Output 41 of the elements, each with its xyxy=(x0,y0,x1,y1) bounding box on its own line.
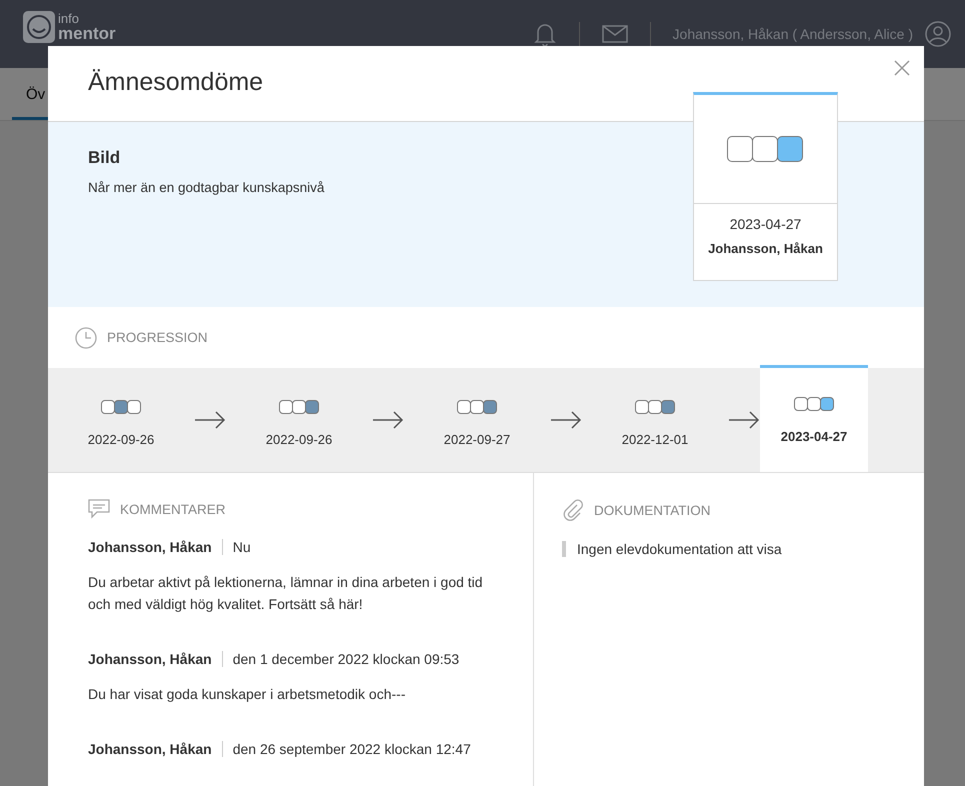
comment-text: Du arbetar aktivt på lektionerna, lämnar in dina arbeten i god tid och med väldigt hög kvalitet. Fortsätt så här! xyxy=(88,573,484,614)
modal-title: Ämnesomdöme xyxy=(88,68,264,97)
arrow-icon xyxy=(550,411,582,429)
comment-time: Nu xyxy=(232,539,251,555)
grade-level-icon xyxy=(102,400,140,414)
arrow-icon xyxy=(194,411,226,429)
paperclip-icon xyxy=(562,499,584,521)
progression-step[interactable]: 2022-09-26 xyxy=(48,368,194,472)
comment-author: Johansson, Håkan xyxy=(88,741,223,757)
grade-level-icon xyxy=(458,400,496,414)
subject-name: Bild xyxy=(88,148,122,168)
progression-step[interactable]: 2023-04-27 xyxy=(760,365,868,472)
section-title: PROGRESSION xyxy=(107,330,208,345)
progression-step[interactable]: 2022-09-27 xyxy=(404,368,550,472)
grade-level-icon xyxy=(636,400,674,414)
grade-author: Johansson, Håkan xyxy=(708,241,823,256)
logo-text: mentor xyxy=(58,25,116,42)
grade-date: 2023-04-27 xyxy=(730,216,802,232)
comment-author: Johansson, Håkan xyxy=(88,651,223,667)
comment-time: den 26 september 2022 klockan 12:47 xyxy=(232,741,471,757)
close-icon[interactable] xyxy=(894,60,910,76)
section-title: KOMMENTARER xyxy=(120,502,226,516)
comment-text: Du har visat goda kunskaper i arbetsmetodik och--- xyxy=(88,685,406,704)
empty-message: Ingen elevdokumentation att visa xyxy=(562,541,782,557)
comment-author: Johansson, Håkan xyxy=(88,539,223,555)
grade-level-icon xyxy=(728,136,803,162)
grade-level-icon xyxy=(280,400,318,414)
comment-time: den 1 december 2022 klockan 09:53 xyxy=(232,651,460,667)
arrow-icon xyxy=(728,411,760,429)
section-title: DOKUMENTATION xyxy=(594,502,710,518)
progression-step[interactable]: 2022-12-01 xyxy=(582,368,728,472)
grade-level-icon xyxy=(794,396,834,410)
progression-step[interactable]: 2022-09-26 xyxy=(226,368,372,472)
smiley-logo-icon xyxy=(22,10,56,44)
logo-text: info xyxy=(58,12,80,25)
mail-icon[interactable] xyxy=(602,25,628,43)
arrow-icon xyxy=(372,411,404,429)
clock-icon xyxy=(75,326,97,348)
assessment-text: Når mer än en godtagbar kunskapsnivå xyxy=(88,180,324,195)
user-icon[interactable] xyxy=(925,21,951,47)
comment-icon xyxy=(88,499,110,519)
